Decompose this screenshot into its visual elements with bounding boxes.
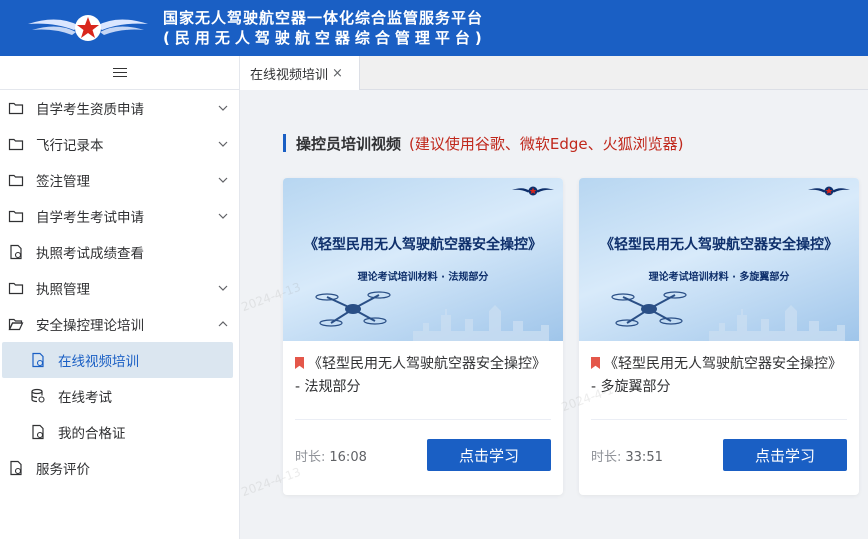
sidebar-item-label: 自学考生考试申请: [36, 210, 144, 226]
sidebar-item-label: 在线视频培训: [58, 354, 139, 370]
sidebar-item-label: 我的合格证: [58, 426, 126, 442]
bookmark-icon: [295, 357, 304, 369]
section-title: 操控员培训视频: [296, 134, 402, 153]
card-divider: [591, 419, 847, 420]
section-heading: 操控员培训视频 (建议使用谷歌、微软Edge、火狐浏览器): [283, 133, 683, 153]
video-duration: 时长: 16:08: [295, 446, 367, 465]
sidebar-item-label: 飞行记录本: [36, 138, 104, 154]
folder-icon: [8, 282, 24, 295]
cover-subtitle: 理论考试培训材料 · 法规部分: [357, 272, 489, 283]
main-content: 操控员培训视频 (建议使用谷歌、微软Edge、火狐浏览器) 《轻型民用无人驾驶航…: [240, 90, 868, 539]
sidebar-subitem-video-training[interactable]: 在线视频培训: [2, 342, 233, 378]
document-icon: [32, 352, 44, 368]
sidebar-subitem-my-certificate[interactable]: 我的合格证: [0, 414, 239, 450]
app-header: 国家无人驾驶航空器一体化综合监管服务平台 (民用无人驾驶航空器综合管理平台): [0, 0, 868, 56]
document-icon: [10, 244, 22, 260]
sidebar-collapse-button[interactable]: [0, 56, 239, 90]
header-subtitle: (民用无人驾驶航空器综合管理平台): [163, 29, 487, 47]
caac-logo-icon: [808, 186, 850, 196]
header-title: 国家无人驾驶航空器一体化综合监管服务平台: [163, 9, 484, 27]
city-skyline-icon: [413, 305, 549, 341]
tabs-bar: 在线视频培训 ×: [240, 56, 868, 90]
sidebar-item-service-evaluation[interactable]: 服务评价: [0, 450, 239, 486]
sidebar-menu: 自学考生资质申请 飞行记录本 签注管理 自学考生考试申请 执照考试成绩查看 执照…: [0, 90, 239, 486]
sidebar-item-label: 安全操控理论培训: [36, 318, 144, 334]
card-body: 《轻型民用无人驾驶航空器安全操控》 - 法规部分: [283, 341, 563, 420]
duration-value: 16:08: [329, 449, 367, 465]
chevron-down-icon: [218, 177, 228, 183]
duration-value: 33:51: [625, 449, 663, 465]
folder-open-icon: [8, 318, 24, 331]
cover-subtitle: 理论考试培训材料 · 多旋翼部分: [648, 272, 790, 283]
browser-note: (建议使用谷歌、微软Edge、火狐浏览器): [409, 134, 684, 153]
chevron-down-icon: [218, 141, 228, 147]
sidebar-item-exam-scores[interactable]: 执照考试成绩查看: [0, 234, 239, 270]
document-icon: [32, 424, 44, 440]
caac-logo-icon: [28, 15, 148, 41]
video-card[interactable]: 《轻型民用无人驾驶航空器安全操控》 理论考试培训材料 · 法规部分 《轻型民用无…: [283, 178, 563, 495]
cover-title: 《轻型民用无人驾驶航空器安全操控》: [600, 237, 838, 253]
sidebar-item-exam-application[interactable]: 自学考生考试申请: [0, 198, 239, 234]
sidebar-subitem-online-exam[interactable]: 在线考试: [0, 378, 239, 414]
drone-icon: [611, 291, 687, 327]
sidebar: 自学考生资质申请 飞行记录本 签注管理 自学考生考试申请 执照考试成绩查看 执照…: [0, 56, 240, 539]
video-cover[interactable]: 《轻型民用无人驾驶航空器安全操控》 理论考试培训材料 · 法规部分: [283, 178, 563, 341]
caac-logo-icon: [512, 186, 554, 196]
city-skyline-icon: [709, 305, 845, 341]
folder-icon: [8, 174, 24, 187]
database-icon: [31, 388, 45, 403]
sidebar-item-label: 服务评价: [36, 462, 90, 478]
sidebar-item-license-management[interactable]: 执照管理: [0, 270, 239, 306]
video-title[interactable]: 《轻型民用无人驾驶航空器安全操控》 - 法规部分: [295, 353, 551, 405]
video-title[interactable]: 《轻型民用无人驾驶航空器安全操控》 - 多旋翼部分: [591, 353, 847, 405]
sidebar-item-label: 执照考试成绩查看: [36, 246, 144, 262]
document-icon: [10, 460, 22, 476]
chevron-down-icon: [218, 105, 228, 111]
sidebar-item-flight-log[interactable]: 飞行记录本: [0, 126, 239, 162]
folder-icon: [8, 138, 24, 151]
card-footer: 时长: 16:08 点击学习: [295, 439, 551, 471]
video-cover[interactable]: 《轻型民用无人驾驶航空器安全操控》 理论考试培训材料 · 多旋翼部分: [579, 178, 859, 341]
chevron-up-icon: [218, 321, 228, 327]
drone-icon: [315, 291, 391, 327]
start-learning-button[interactable]: 点击学习: [723, 439, 847, 471]
start-learning-button[interactable]: 点击学习: [427, 439, 551, 471]
tab-label: 在线视频培训: [250, 67, 329, 83]
chevron-down-icon: [218, 213, 228, 219]
sidebar-item-endorsement[interactable]: 签注管理: [0, 162, 239, 198]
sidebar-item-label: 执照管理: [36, 282, 90, 298]
duration-label: 时长:: [295, 449, 326, 465]
sidebar-item-label: 自学考生资质申请: [36, 102, 144, 118]
video-card[interactable]: 《轻型民用无人驾驶航空器安全操控》 理论考试培训材料 · 多旋翼部分 《轻型民用…: [579, 178, 859, 495]
chevron-down-icon: [218, 285, 228, 291]
folder-icon: [8, 102, 24, 115]
sidebar-item-label: 签注管理: [36, 174, 90, 190]
cover-title: 《轻型民用无人驾驶航空器安全操控》: [304, 237, 542, 253]
sidebar-item-label: 在线考试: [58, 390, 112, 406]
card-divider: [295, 419, 551, 420]
bookmark-icon: [591, 357, 600, 369]
sidebar-item-qualification[interactable]: 自学考生资质申请: [0, 90, 239, 126]
video-title-text: 《轻型民用无人驾驶航空器安全操控》 - 多旋翼部分: [591, 356, 842, 395]
folder-icon: [8, 210, 24, 223]
sidebar-item-safety-training[interactable]: 安全操控理论培训: [0, 306, 239, 342]
hamburger-icon: [112, 67, 127, 78]
close-icon[interactable]: ×: [332, 66, 343, 81]
card-body: 《轻型民用无人驾驶航空器安全操控》 - 多旋翼部分: [579, 341, 859, 420]
tab-video-training[interactable]: 在线视频培训 ×: [240, 56, 360, 90]
heading-accent-bar: [283, 134, 286, 152]
card-footer: 时长: 33:51 点击学习: [591, 439, 847, 471]
duration-label: 时长:: [591, 449, 622, 465]
video-title-text: 《轻型民用无人驾驶航空器安全操控》 - 法规部分: [295, 356, 546, 395]
video-duration: 时长: 33:51: [591, 446, 663, 465]
